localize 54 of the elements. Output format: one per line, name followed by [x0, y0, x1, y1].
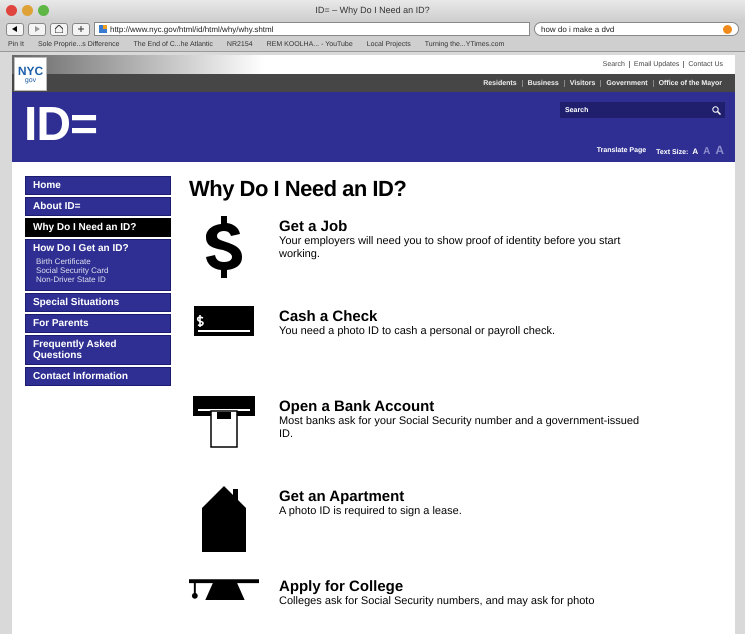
plus-icon — [78, 26, 84, 32]
sidebar-item[interactable]: Special Situations — [25, 292, 171, 312]
reason-title: Apply for College — [279, 578, 404, 595]
sidebar-item[interactable]: About ID= — [25, 197, 171, 216]
sidebar-link[interactable]: Contact Information — [33, 370, 163, 382]
check-icon — [194, 306, 254, 336]
url-text: http://www.nyc.gov/html/id/html/why/why.shtml — [110, 24, 274, 34]
forward-icon — [34, 26, 40, 32]
browser-search-field[interactable]: how do i make a dvd — [534, 22, 739, 36]
sidebar-link[interactable]: Frequently Asked Questions — [33, 338, 163, 361]
back-button[interactable] — [6, 22, 24, 36]
site-title: ID= — [24, 101, 98, 149]
reason-text: A photo ID is required to sign a lease. — [279, 505, 463, 518]
sidebar-item[interactable]: For Parents — [25, 314, 171, 333]
site-icon — [99, 25, 107, 33]
sidebar-item[interactable]: Frequently Asked Questions — [25, 334, 171, 365]
back-icon — [12, 26, 18, 32]
sidebar-item[interactable]: How Do I Get an ID? Birth Certificate Social Security Card Non-Driver State ID — [25, 239, 171, 291]
sidebar-sublink[interactable]: Social Security Card — [36, 266, 163, 276]
clear-icon — [723, 24, 732, 34]
reason-title: Open a Bank Account — [279, 398, 436, 415]
reason-title: Cash a Check — [279, 308, 378, 325]
sidebar-sublink[interactable]: Birth Certificate — [36, 257, 163, 266]
sidebar-link[interactable]: Home — [33, 180, 163, 191]
home-icon — [55, 25, 63, 33]
url-field[interactable]: http://www.nyc.gov/html/id/html/why/why.shtml — [94, 22, 530, 36]
home-button[interactable] — [50, 22, 68, 36]
sidebar-sublink[interactable]: Non-Driver State ID — [36, 275, 163, 285]
search-icon — [712, 106, 721, 114]
logo-text: NYC — [18, 64, 44, 76]
page-heading: Why Do I Need an ID? — [189, 176, 408, 202]
reason-text: Most banks ask for your Social Security number and a government-issued ID. — [279, 415, 640, 442]
dollar-icon — [203, 216, 245, 278]
sidebar-item[interactable]: Why Do I Need an ID? — [25, 218, 171, 237]
sidebar-link[interactable]: Why Do I Need an ID? — [33, 222, 163, 233]
reason-text: Your employers will need you to show proof of identity before you start working. — [279, 235, 622, 262]
window-title: ID= – Why Do I Need an ID? — [314, 5, 431, 15]
reason-text: You need a photo ID to cash a personal or payroll check. — [279, 325, 556, 338]
reason-text: Colleges ask for Social Security numbers, and may ask for photo — [279, 595, 596, 608]
sidebar-link[interactable]: For Parents — [33, 318, 163, 329]
search-value: how do i make a dvd — [541, 24, 614, 34]
house-icon — [202, 486, 246, 552]
sidebar-item[interactable]: Contact Information — [25, 366, 171, 386]
sidebar-item[interactable]: Home — [25, 176, 171, 195]
reason-title: Get an Apartment — [279, 488, 406, 505]
sidebar-link[interactable]: How Do I Get an ID? — [33, 243, 163, 254]
search-button[interactable] — [708, 102, 725, 118]
add-bookmark-button[interactable] — [72, 22, 90, 36]
atm-icon — [193, 396, 255, 448]
sidebar-link[interactable]: About ID= — [33, 201, 163, 212]
sidebar-link[interactable]: Special Situations — [33, 296, 163, 308]
text-size-option[interactable]: A — [691, 147, 700, 156]
close-button[interactable] — [6, 4, 17, 16]
reason-title: Get a Job — [279, 218, 348, 235]
